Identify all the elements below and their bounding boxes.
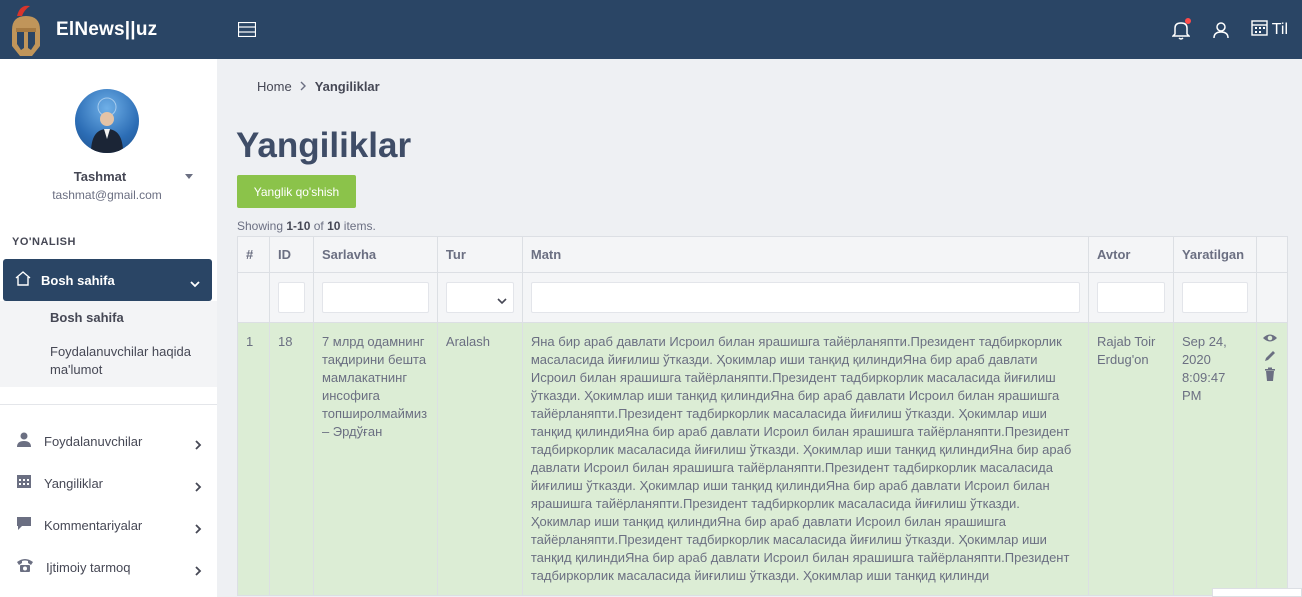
column-header-number[interactable]: #	[237, 236, 270, 273]
bottom-corner-widget	[1212, 588, 1302, 597]
breadcrumb-current: Yangiliklar	[314, 79, 380, 94]
filter-cell-matn	[521, 272, 1090, 323]
filter-matn-input[interactable]	[530, 282, 1080, 313]
column-header-id[interactable]: ID	[268, 236, 314, 273]
cell-created: Sep 24, 2020 8:09:47 PM	[1172, 322, 1257, 596]
user-email: tashmat@gmail.com	[52, 188, 162, 202]
sidebar-section-label: YO'NALISH	[12, 236, 76, 248]
filter-cell-empty	[237, 272, 270, 323]
filter-row	[237, 272, 1289, 323]
filter-sarlavha-input[interactable]	[321, 282, 429, 313]
filter-tur-select[interactable]	[445, 282, 514, 313]
table-row[interactable]: 1 18 7 млрд одамнинг тақдирини бешта мам…	[237, 322, 1289, 596]
filter-avtor-input[interactable]	[1097, 282, 1165, 313]
column-header-yaratilgan[interactable]: Yaratilgan	[1172, 236, 1257, 273]
calendar-icon	[16, 473, 32, 494]
sidebar-item-label: Kommentariyalar	[44, 517, 143, 533]
user-icon	[16, 431, 32, 452]
summary-prefix: Showing	[237, 219, 287, 233]
top-navbar: ElNews||uz Til	[0, 0, 1302, 59]
user-menu-caret-icon[interactable]	[185, 174, 193, 179]
filter-cell-actions	[1255, 272, 1289, 323]
cell-number: 1	[237, 322, 270, 596]
edit-pencil-icon[interactable]	[1263, 349, 1277, 363]
user-profile-card: Tashmat tashmat@gmail.com	[0, 59, 217, 219]
phone-icon	[16, 557, 34, 578]
language-label: Til	[1271, 21, 1288, 38]
column-header-sarlavha[interactable]: Sarlavha	[312, 236, 438, 273]
menu-toggle-icon[interactable]	[237, 21, 257, 38]
chevron-right-icon	[195, 479, 202, 497]
user-profile-icon[interactable]	[1211, 19, 1231, 41]
sidebar: Tashmat tashmat@gmail.com YO'NALISH Bosh…	[0, 59, 217, 597]
sidebar-item-foydalanuvchilar[interactable]: Foydalanuvchilar	[0, 424, 217, 458]
breadcrumb-home-link[interactable]: Home	[257, 79, 292, 94]
news-table: # ID Sarlavha Tur Matn Avtor Yaratilgan	[237, 236, 1289, 596]
filter-cell-sarlavha	[312, 272, 438, 323]
filter-cell-id	[268, 272, 314, 323]
breadcrumb: Home Yangiliklar	[257, 79, 380, 94]
summary-suffix: items.	[340, 219, 376, 233]
cell-type: Aralash	[436, 322, 523, 596]
sidebar-item-yangiliklar[interactable]: Yangiliklar	[0, 466, 217, 500]
sidebar-item-label: Yangiliklar	[44, 475, 104, 491]
summary-total: 10	[327, 219, 341, 233]
spartan-helmet-logo	[8, 4, 44, 56]
cell-title: 7 млрд одамнинг тақдирини бешта мамлакат…	[312, 322, 438, 596]
chevron-down-icon	[497, 293, 507, 308]
column-header-actions	[1255, 236, 1289, 273]
table-header-row: # ID Sarlavha Tur Matn Avtor Yaratilgan	[237, 236, 1289, 273]
table-summary: Showing 1-10 of 10 items.	[237, 219, 376, 233]
filter-id-input[interactable]	[277, 282, 305, 313]
submenu-item-bosh-sahifa[interactable]: Bosh sahifa	[50, 309, 210, 327]
sidebar-item-label: Ijtimoiy tarmoq	[46, 559, 131, 575]
filter-yaratilgan-input[interactable]	[1181, 282, 1248, 313]
chevron-right-icon	[300, 79, 307, 94]
filter-cell-yaratilgan	[1172, 272, 1257, 323]
cell-text: Яна бир араб давлати Исроил билан ярашиш…	[521, 322, 1090, 596]
chevron-right-icon	[195, 437, 202, 455]
notification-badge-dot	[1184, 18, 1191, 24]
cell-id: 18	[268, 322, 314, 596]
submenu-item-foydalanuvchilar-haqida[interactable]: Foydalanuvchilar haqida ma'lumot	[50, 343, 210, 379]
cell-actions	[1255, 322, 1289, 596]
brand-title: ElNews||uz	[56, 19, 158, 40]
view-eye-icon[interactable]	[1262, 331, 1277, 345]
sidebar-divider	[0, 404, 217, 405]
column-header-avtor[interactable]: Avtor	[1088, 236, 1174, 273]
sidebar-item-label: Bosh sahifa	[41, 272, 115, 288]
language-selector[interactable]: Til	[1251, 19, 1288, 41]
summary-range: 1-10	[286, 219, 311, 233]
delete-trash-icon[interactable]	[1263, 367, 1277, 381]
filter-cell-tur	[436, 272, 523, 323]
sidebar-item-kommentariyalar[interactable]: Kommentariyalar	[0, 508, 217, 542]
calendar-icon	[1251, 19, 1268, 41]
cell-author: Rajab Toir Erdug'on	[1088, 322, 1174, 596]
home-icon	[15, 270, 31, 291]
page-title: Yangiliklar	[236, 126, 412, 165]
chevron-right-icon	[195, 521, 202, 539]
avatar[interactable]	[75, 89, 139, 153]
chevron-right-icon	[195, 563, 202, 581]
summary-of: of	[310, 219, 328, 233]
sidebar-item-label: Foydalanuvchilar	[44, 433, 143, 449]
chat-icon	[16, 515, 32, 536]
sidebar-submenu: Bosh sahifa Foydalanuvchilar haqida ma'l…	[0, 301, 217, 387]
chevron-down-icon	[190, 275, 200, 293]
filter-cell-avtor	[1088, 272, 1174, 323]
add-news-button[interactable]: Yanglik qo'shish	[237, 175, 356, 208]
column-header-matn[interactable]: Matn	[521, 236, 1090, 273]
brand[interactable]: ElNews||uz	[8, 4, 208, 56]
sidebar-item-bosh-sahifa[interactable]: Bosh sahifa	[3, 259, 212, 301]
column-header-tur[interactable]: Tur	[436, 236, 523, 273]
user-name: Tashmat	[73, 169, 127, 184]
notifications-bell-icon[interactable]	[1171, 18, 1191, 41]
sidebar-item-ijtimoiy-tarmoq[interactable]: Ijtimoiy tarmoq	[0, 550, 217, 584]
